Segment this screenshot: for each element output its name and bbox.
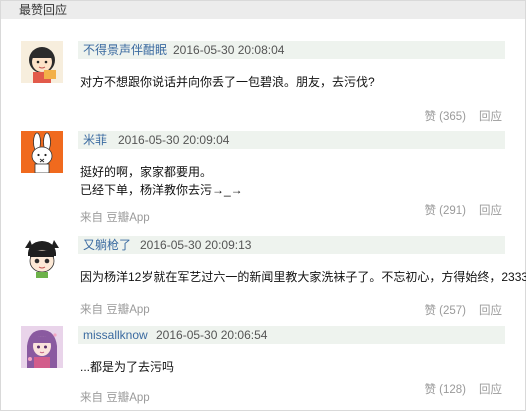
comment-source: 来自 豆瓣App bbox=[80, 392, 150, 405]
author-link[interactable]: 不得景声伴酣眠 bbox=[83, 43, 167, 57]
source-prefix: 来自 bbox=[80, 392, 103, 404]
comment-meta-bar: 不得景声伴酣眠 2016-05-30 20:08:04 bbox=[78, 41, 505, 59]
comment-time: 2016-05-30 20:09:04 bbox=[118, 133, 230, 147]
reply-button[interactable]: 回应 bbox=[479, 111, 502, 124]
comment-meta-bar: 米菲 2016-05-30 20:09:04 bbox=[78, 131, 505, 149]
comment-text: ...都是为了去污吗 bbox=[80, 358, 174, 376]
like-label: 赞 bbox=[424, 111, 436, 123]
source-app-link[interactable]: 豆瓣App bbox=[106, 212, 149, 224]
comment-line: 对方不想跟你说话并向你丢了一包碧浪。朋友，去污伐? bbox=[80, 75, 375, 89]
comment-text: 因为杨洋12岁就在军艺过六一的新闻里教大家洗袜子了。不忘初心，方得始终，2333… bbox=[80, 268, 526, 286]
like-button[interactable]: 赞 (257) bbox=[424, 305, 466, 318]
author-link[interactable]: missallknow bbox=[83, 328, 148, 342]
comment-source: 来自 豆瓣App bbox=[80, 304, 150, 317]
author-link[interactable]: 米菲 bbox=[83, 133, 107, 147]
author-link[interactable]: 又躺枪了 bbox=[83, 238, 131, 252]
like-button[interactable]: 赞 (365) bbox=[424, 111, 466, 124]
comment-time: 2016-05-30 20:09:13 bbox=[140, 238, 252, 252]
anime-girl-avatar-icon[interactable] bbox=[21, 326, 63, 368]
like-button[interactable]: 赞 (291) bbox=[424, 205, 466, 218]
comment-text: 挺好的啊，家家都要用。 已经下单，杨洋教你去污→_→ bbox=[80, 163, 243, 199]
comment-actions: 赞 (291) 回应 bbox=[424, 205, 502, 218]
like-label: 赞 bbox=[424, 305, 436, 317]
section-header: 最赞回应 bbox=[1, 1, 525, 19]
reply-button[interactable]: 回应 bbox=[479, 205, 502, 218]
like-button[interactable]: 赞 (128) bbox=[424, 384, 466, 397]
cartoon-face-avatar-icon[interactable] bbox=[21, 236, 63, 278]
like-count: (291) bbox=[439, 205, 466, 217]
comment-time: 2016-05-30 20:06:54 bbox=[156, 328, 268, 342]
rabbit-avatar-icon[interactable] bbox=[21, 131, 63, 173]
source-app-link[interactable]: 豆瓣App bbox=[106, 392, 149, 404]
comment-line: 已经下单，杨洋教你去污→_→ bbox=[80, 183, 243, 197]
comment-line: 因为杨洋12岁就在军艺过六一的新闻里教大家洗袜子了。不忘初心，方得始终，2333… bbox=[80, 270, 526, 284]
like-count: (365) bbox=[439, 111, 466, 123]
source-prefix: 来自 bbox=[80, 212, 103, 224]
girl-avatar-icon[interactable] bbox=[21, 41, 63, 83]
like-label: 赞 bbox=[424, 205, 436, 217]
comment-meta-bar: missallknow 2016-05-30 20:06:54 bbox=[78, 326, 505, 344]
comment-actions: 赞 (128) 回应 bbox=[424, 384, 502, 397]
comment-source: 来自 豆瓣App bbox=[80, 212, 150, 225]
like-label: 赞 bbox=[424, 384, 436, 396]
comment-text: 对方不想跟你说话并向你丢了一包碧浪。朋友，去污伐? bbox=[80, 73, 375, 91]
comment-meta-bar: 又躺枪了 2016-05-30 20:09:13 bbox=[78, 236, 505, 254]
reply-button[interactable]: 回应 bbox=[479, 305, 502, 318]
comment-actions: 赞 (365) 回应 bbox=[424, 111, 502, 124]
comment-line: 挺好的啊，家家都要用。 bbox=[80, 165, 213, 179]
source-prefix: 来自 bbox=[80, 304, 103, 316]
section-title: 最赞回应 bbox=[19, 3, 68, 17]
reply-button[interactable]: 回应 bbox=[479, 384, 502, 397]
comment-actions: 赞 (257) 回应 bbox=[424, 305, 502, 318]
comment-line: ...都是为了去污吗 bbox=[80, 360, 175, 374]
comment-time: 2016-05-30 20:08:04 bbox=[173, 43, 285, 57]
like-count: (128) bbox=[439, 384, 466, 396]
like-count: (257) bbox=[439, 305, 466, 317]
source-app-link[interactable]: 豆瓣App bbox=[106, 304, 149, 316]
